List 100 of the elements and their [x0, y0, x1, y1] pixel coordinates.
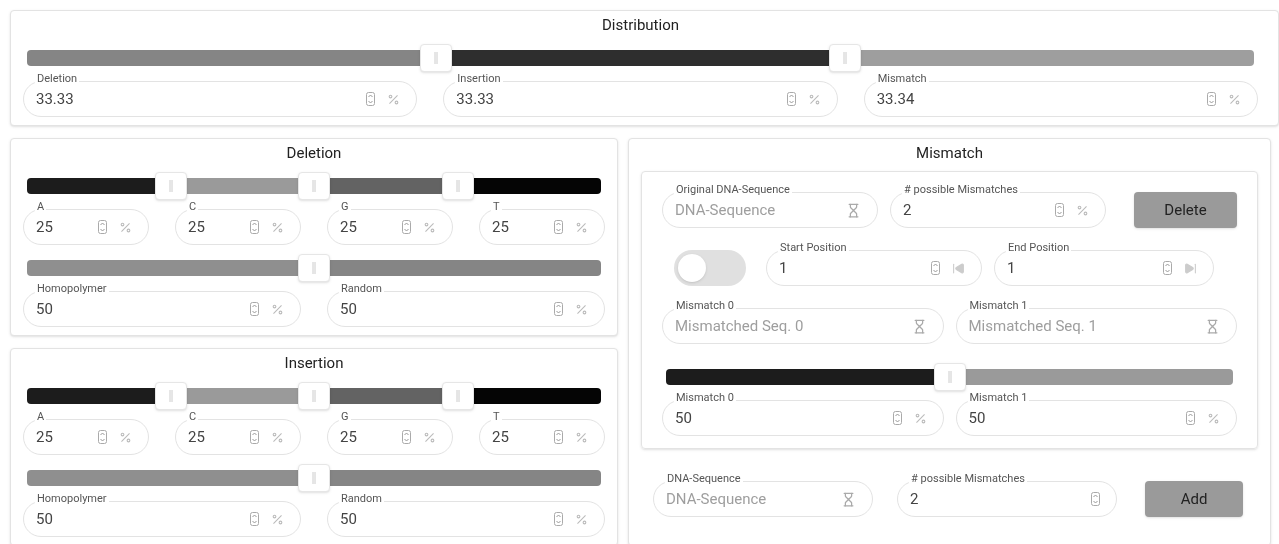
spinner-icon[interactable] — [98, 430, 107, 444]
percent-icon — [913, 411, 927, 425]
percent-icon — [1207, 411, 1220, 425]
spinner-icon[interactable] — [554, 220, 563, 234]
skip-back-icon[interactable] — [952, 261, 965, 275]
spinner-icon[interactable] — [786, 92, 796, 106]
spinner-icon[interactable] — [250, 512, 259, 526]
spinner-icon[interactable] — [250, 430, 259, 444]
field-label: DNA-Sequence — [665, 472, 743, 486]
field-label: End Position — [1006, 241, 1072, 255]
percent-icon — [423, 430, 436, 444]
field-value: 25 — [188, 216, 206, 238]
field-value: 1 — [1007, 257, 1017, 279]
field-value: 25 — [36, 426, 54, 448]
hourglass-icon — [841, 491, 856, 507]
field-placeholder: Mismatched Seq. 0 — [675, 315, 805, 337]
spinner-icon[interactable] — [250, 302, 259, 316]
field-label: Mismatch 0 — [674, 391, 736, 405]
field-value: 25 — [492, 216, 510, 238]
grip-icon — [843, 52, 848, 64]
field-label: Start Position — [778, 241, 849, 255]
hourglass-icon — [1205, 318, 1220, 334]
percent-icon — [807, 92, 821, 106]
spinner-icon[interactable] — [1186, 411, 1195, 425]
slider-thumb[interactable] — [154, 382, 187, 410]
field-value: 50 — [968, 407, 987, 429]
field-value: 25 — [492, 426, 510, 448]
spinner-icon[interactable] — [1091, 492, 1100, 506]
slider-thumb[interactable] — [298, 464, 330, 492]
grip-icon — [947, 371, 952, 383]
range-slider[interactable] — [27, 464, 601, 492]
field-label: Mismatch 0 — [674, 299, 736, 313]
slider-thumb[interactable] — [441, 382, 474, 410]
percent-icon — [119, 220, 132, 234]
add-button[interactable]: Add — [1145, 481, 1243, 517]
field-label: # possible Mismatches — [909, 472, 1027, 486]
grip-icon — [168, 180, 173, 192]
toggle-switch[interactable] — [674, 250, 746, 286]
percent-icon — [119, 430, 132, 444]
range-slider[interactable] — [27, 172, 601, 200]
slider-thumb[interactable] — [298, 382, 330, 410]
percent-icon — [271, 430, 284, 444]
spinner-icon[interactable] — [892, 411, 902, 425]
field-label: C — [187, 410, 199, 424]
spinner-icon[interactable] — [554, 430, 563, 444]
range-slider[interactable] — [27, 254, 601, 282]
percent-icon — [1228, 92, 1241, 106]
grip-icon — [168, 390, 173, 402]
range-slider[interactable] — [27, 44, 1254, 72]
spinner-icon[interactable] — [402, 220, 411, 234]
field-value: 2 — [903, 199, 913, 221]
spinner-icon[interactable] — [931, 261, 940, 275]
field-value: 1 — [779, 257, 789, 279]
field-placeholder: DNA-Sequence — [675, 199, 777, 221]
percent-icon — [423, 220, 436, 234]
slider-thumb[interactable] — [441, 172, 474, 200]
percent-icon — [575, 220, 588, 234]
field-label: Random — [339, 282, 384, 296]
spinner-icon[interactable] — [1163, 261, 1172, 275]
range-slider[interactable] — [27, 382, 601, 410]
field-value: 50 — [340, 298, 358, 320]
spinner-icon[interactable] — [554, 512, 563, 526]
field-value: 25 — [36, 216, 54, 238]
percent-icon — [575, 302, 588, 316]
spinner-icon[interactable] — [1207, 92, 1216, 106]
range-slider[interactable] — [666, 363, 1233, 391]
field-value: 50 — [675, 407, 693, 429]
field-label: Insertion — [455, 72, 503, 86]
field-label: C — [187, 200, 199, 214]
slider-thumb[interactable] — [933, 363, 966, 391]
percent-icon — [1076, 203, 1089, 217]
field-label: T — [491, 410, 502, 424]
percent-icon — [575, 512, 588, 526]
field-value: 2 — [910, 488, 920, 510]
spinner-icon[interactable] — [1055, 203, 1064, 217]
percent-icon — [271, 302, 284, 316]
field-placeholder: DNA-Sequence — [666, 488, 768, 510]
field-label: Original DNA-Sequence — [674, 183, 792, 197]
slider-thumb[interactable] — [298, 172, 330, 200]
field-label: G — [339, 410, 351, 424]
field-value: 33.33 — [456, 88, 495, 110]
spinner-icon[interactable] — [98, 220, 107, 234]
percent-icon — [271, 512, 284, 526]
spinner-icon[interactable] — [366, 92, 376, 106]
slider-thumb[interactable] — [298, 254, 330, 282]
slider-thumb[interactable] — [419, 44, 452, 72]
slider-thumb[interactable] — [829, 44, 862, 72]
grip-icon — [455, 180, 460, 192]
field-value: 50 — [36, 508, 54, 530]
slider-thumb[interactable] — [154, 172, 187, 200]
spinner-icon[interactable] — [250, 220, 259, 234]
field-placeholder: Mismatched Seq. 1 — [968, 315, 1098, 337]
field-value: 25 — [340, 426, 358, 448]
field-label: Mismatch 1 — [967, 299, 1030, 313]
delete-button[interactable]: Delete — [1134, 192, 1237, 228]
field-label: A — [35, 200, 47, 214]
spinner-icon[interactable] — [554, 302, 563, 316]
field-value: 33.33 — [36, 88, 75, 110]
skip-forward-icon[interactable] — [1184, 261, 1197, 275]
spinner-icon[interactable] — [402, 430, 411, 444]
